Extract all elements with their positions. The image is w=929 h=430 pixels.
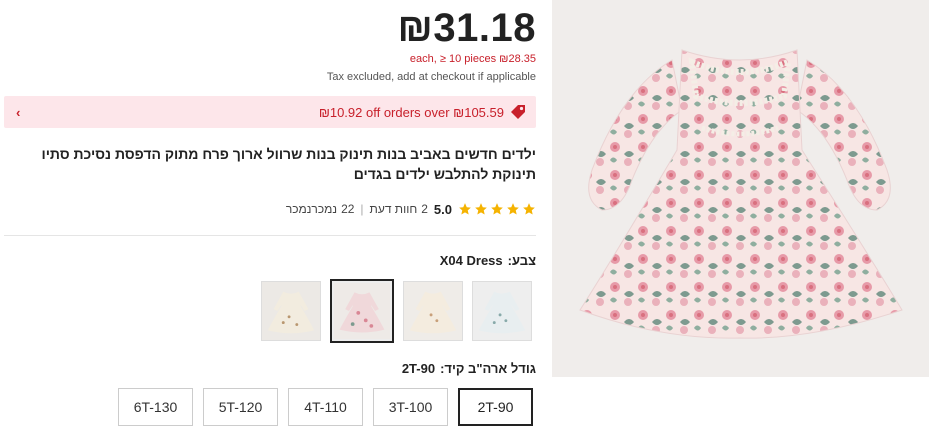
product-main-image[interactable]: [552, 0, 929, 377]
tag-icon: [511, 105, 525, 119]
size-label: גודל ארה"ב קיד: 2T-90: [401, 361, 536, 376]
color-swatch-x01[interactable]: [472, 281, 532, 341]
divider: [4, 235, 536, 236]
rating-score: 5.0: [433, 201, 452, 217]
reviews-link[interactable]: 2 חוות דעת: [370, 202, 428, 216]
color-swatches: [248, 279, 532, 343]
star-icon: [491, 203, 503, 215]
color-swatch-x04[interactable]: [330, 279, 394, 343]
bulk-price-tier: each, ≥ 10 pieces ₪28.35: [409, 53, 536, 65]
size-options: 2T-90 3T-100 4T-110 5T-120 6T-130: [118, 388, 533, 426]
floral-dress-image: [552, 0, 929, 377]
sold-count: 22 נמכרנמכר: [285, 202, 355, 216]
star-icon: [475, 203, 487, 215]
size-option-5t[interactable]: 5T-120: [203, 388, 278, 426]
color-label: צבע: X04 Dress: [439, 253, 536, 268]
selected-color-value: X04 Dress: [439, 253, 503, 268]
chevron-left-icon: ›: [16, 104, 21, 120]
star-rating: [458, 202, 536, 216]
size-option-4t[interactable]: 4T-110: [288, 388, 363, 426]
star-icon: [459, 203, 471, 215]
size-option-6t[interactable]: 6T-130: [118, 388, 193, 426]
product-title: ילדים חדשים באביב בנות תינוק בנות שרוול …: [41, 146, 536, 182]
star-icon: [507, 203, 519, 215]
tax-note: Tax excluded, add at checkout if applica…: [326, 71, 536, 83]
coupon-text: ₪10.92 off orders over ₪105.59: [318, 104, 504, 120]
star-icon: [523, 203, 535, 215]
coupon-banner[interactable]: › ₪10.92 off orders over ₪105.59: [4, 96, 536, 128]
selected-size-value: 2T-90: [401, 361, 436, 376]
color-swatch-x02[interactable]: [403, 281, 463, 341]
size-option-3t[interactable]: 3T-100: [373, 388, 448, 426]
color-swatch-x03[interactable]: [261, 281, 321, 341]
rating-summary[interactable]: 5.0 2 חוות דעת | 22 נמכרנמכר: [286, 200, 536, 218]
size-option-2t[interactable]: 2T-90: [458, 388, 533, 426]
separator: |: [360, 202, 364, 216]
product-price: ₪31.18: [397, 6, 536, 50]
product-info-panel: ₪31.18 each, ≥ 10 pieces ₪28.35 Tax excl…: [0, 0, 540, 430]
